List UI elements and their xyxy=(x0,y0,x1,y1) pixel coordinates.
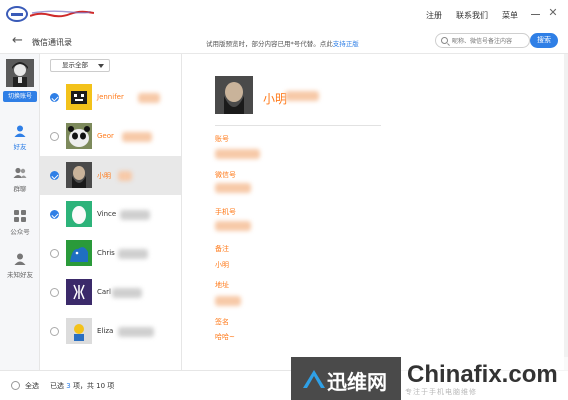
field-value-remark: 小明 xyxy=(215,261,229,269)
field-label-phone: 手机号 xyxy=(215,208,236,216)
detail-name: 小明 xyxy=(263,92,288,106)
watermark-logo-icon xyxy=(303,370,325,388)
row-checkbox[interactable] xyxy=(50,171,59,180)
row-checkbox[interactable] xyxy=(50,249,59,258)
contact-avatar xyxy=(66,201,92,227)
contact-list: 显示全部 Jennifer Geor 小明 Vince Chris Carl E… xyxy=(40,54,182,370)
search-box[interactable] xyxy=(435,33,530,48)
divider xyxy=(215,125,381,126)
page-title: 微信通讯录 xyxy=(32,38,72,47)
search-button[interactable]: 搜索 xyxy=(530,33,558,48)
minimize-icon[interactable] xyxy=(531,9,540,18)
contact-us-link[interactable]: 联系我们 xyxy=(456,10,488,21)
person-icon xyxy=(14,125,26,137)
left-nav: 切换账号 好友 群聊 公众号 未知好友 xyxy=(0,54,40,370)
unknown-person-icon xyxy=(14,253,26,265)
contact-name: 小明 xyxy=(97,172,111,180)
contact-avatar xyxy=(66,84,92,110)
field-label-signature: 签名 xyxy=(215,318,229,326)
field-label-account: 账号 xyxy=(215,135,229,143)
select-all-checkbox[interactable] xyxy=(11,381,20,390)
row-checkbox[interactable] xyxy=(50,288,59,297)
contact-row[interactable]: Vince xyxy=(40,195,181,234)
filter-label: 显示全部 xyxy=(62,61,88,69)
contact-avatar xyxy=(66,240,92,266)
count-suffix: 项，共 10 项 xyxy=(72,382,115,390)
field-label-wechat-id: 微信号 xyxy=(215,171,236,179)
support-link[interactable]: 支持正版 xyxy=(333,40,359,48)
watermark-cn: 迅维网 xyxy=(327,370,387,394)
nav-unknown-friends-label: 未知好友 xyxy=(7,271,33,279)
field-value-signature: 哈哈~ xyxy=(215,333,235,341)
account-avatar[interactable] xyxy=(6,59,34,87)
menu-link[interactable]: 菜单 xyxy=(502,10,518,21)
watermark: 迅维网 Chinafix.com 专注于手机电脑维修 xyxy=(291,357,568,400)
contact-row[interactable]: Carl xyxy=(40,273,181,312)
chevron-down-icon xyxy=(98,64,104,68)
field-label-remark: 备注 xyxy=(215,245,229,253)
nav-groups-label: 群聊 xyxy=(13,185,27,193)
trial-notice: 试用版预览时，部分内容已用*号代替。点此支持正版 xyxy=(206,38,359,48)
nav-friends[interactable]: 好友 xyxy=(0,124,40,160)
selection-count: 已选 3 项，共 10 项 xyxy=(50,381,114,391)
contact-row[interactable]: Eliza xyxy=(40,312,181,351)
grid-icon xyxy=(14,210,26,222)
contact-row[interactable]: Geor xyxy=(40,117,181,156)
nav-friends-label: 好友 xyxy=(13,143,27,151)
close-icon[interactable]: ✕ xyxy=(548,7,558,18)
row-checkbox[interactable] xyxy=(50,210,59,219)
title-bar: 注册 联系我们 菜单 ✕ xyxy=(0,0,568,28)
selected-count: 3 xyxy=(66,382,71,390)
nav-official-accounts[interactable]: 公众号 xyxy=(0,209,40,245)
redacted-app-name xyxy=(30,10,94,18)
contact-name: Geor xyxy=(97,132,114,140)
row-checkbox[interactable] xyxy=(50,132,59,141)
contact-row[interactable]: Jennifer xyxy=(40,78,181,117)
nav-unknown-friends[interactable]: 未知好友 xyxy=(0,252,40,288)
contact-row[interactable]: Chris xyxy=(40,234,181,273)
contact-avatar xyxy=(66,162,92,188)
contact-avatar xyxy=(66,123,92,149)
sub-header: ← 微信通讯录 试用版预览时，部分内容已用*号代替。点此支持正版 搜索 xyxy=(0,28,568,54)
back-arrow-icon[interactable]: ← xyxy=(12,34,23,47)
select-all-label[interactable]: 全选 xyxy=(25,381,39,391)
row-checkbox[interactable] xyxy=(50,327,59,336)
contact-name: Eliza xyxy=(97,327,114,335)
filter-dropdown[interactable]: 显示全部 xyxy=(50,59,110,72)
field-label-address: 地址 xyxy=(215,281,229,289)
contact-name: Jennifer xyxy=(97,93,124,101)
contact-name: Carl xyxy=(97,288,111,296)
contact-name: Vince xyxy=(97,210,117,218)
watermark-en: Chinafix.com xyxy=(407,361,558,388)
contact-avatar xyxy=(66,279,92,305)
contact-name: Chris xyxy=(97,249,115,257)
contact-detail-panel: 小明 账号 微信号 手机号 备注 小明 地址 签名 哈哈~ xyxy=(182,54,568,370)
app-logo xyxy=(6,6,96,22)
register-link[interactable]: 注册 xyxy=(426,10,442,21)
contact-row-selected[interactable]: 小明 xyxy=(40,156,181,195)
contact-avatar xyxy=(66,318,92,344)
search-input[interactable] xyxy=(452,36,528,46)
count-prefix: 已选 xyxy=(50,382,64,390)
watermark-sub: 专注于手机电脑维修 xyxy=(405,388,477,396)
trial-notice-text: 试用版预览时，部分内容已用*号代替。点此 xyxy=(206,40,333,48)
search-icon xyxy=(441,37,448,44)
scrollbar[interactable] xyxy=(564,54,568,370)
detail-avatar xyxy=(215,76,253,114)
nav-groups[interactable]: 群聊 xyxy=(0,166,40,202)
row-checkbox[interactable] xyxy=(50,93,59,102)
nav-official-accounts-label: 公众号 xyxy=(10,228,30,236)
switch-account-button[interactable]: 切换账号 xyxy=(3,91,37,102)
group-icon xyxy=(13,167,27,178)
